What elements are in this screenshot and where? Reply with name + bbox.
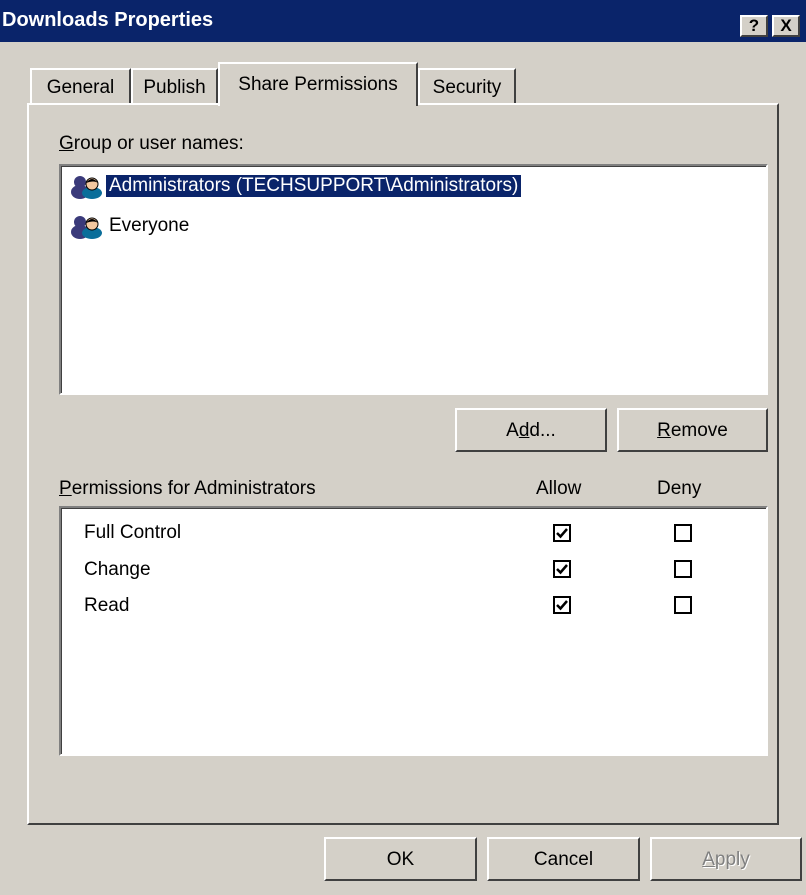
- read-allow-checkbox[interactable]: [553, 596, 571, 614]
- add-button[interactable]: Add...: [455, 408, 607, 452]
- full-control-deny-checkbox[interactable]: [674, 524, 692, 542]
- ok-button[interactable]: OK: [324, 837, 477, 881]
- user-group-icon: [71, 176, 102, 199]
- help-button[interactable]: ?: [740, 15, 768, 37]
- tab-label: Publish: [143, 77, 206, 98]
- list-item-administrators[interactable]: Administrators (TECHSUPPORT\Administrato…: [68, 171, 768, 203]
- tab-label: General: [46, 77, 115, 98]
- apply-button[interactable]: Apply: [650, 837, 802, 881]
- checkmark-icon: [556, 600, 568, 611]
- permission-row-read: Read: [84, 595, 130, 616]
- tab-label: Share Permissions: [238, 74, 398, 95]
- user-group-icon: [71, 216, 102, 239]
- list-item-everyone[interactable]: Everyone: [68, 211, 368, 243]
- title-bar[interactable]: Downloads Properties ? X: [0, 0, 806, 42]
- close-button[interactable]: X: [772, 15, 800, 37]
- checkmark-icon: [556, 564, 568, 575]
- checkmark-icon: [556, 528, 568, 539]
- close-icon: X: [780, 16, 792, 35]
- help-icon: ?: [748, 16, 760, 35]
- remove-button[interactable]: Remove: [617, 408, 768, 452]
- tab-security[interactable]: Security: [418, 68, 516, 106]
- permission-row-full-control: Full Control: [84, 522, 182, 543]
- read-deny-checkbox[interactable]: [674, 596, 692, 614]
- group-list[interactable]: Administrators (TECHSUPPORT\Administrato…: [59, 164, 768, 395]
- allow-column-header: Allow: [536, 478, 582, 499]
- window-title: Downloads Properties: [2, 9, 214, 31]
- permissions-label: Permissions for Administrators: [59, 478, 316, 499]
- tab-publish[interactable]: Publish: [131, 68, 218, 106]
- tab-general[interactable]: General: [30, 68, 131, 106]
- tab-share-permissions[interactable]: Share Permissions: [218, 62, 418, 106]
- group-list-label: Group or user names:: [59, 133, 244, 154]
- cancel-button[interactable]: Cancel: [487, 837, 640, 881]
- change-deny-checkbox[interactable]: [674, 560, 692, 578]
- full-control-allow-checkbox[interactable]: [553, 524, 571, 542]
- deny-column-header: Deny: [657, 478, 702, 499]
- permission-row-change: Change: [84, 559, 151, 580]
- change-allow-checkbox[interactable]: [553, 560, 571, 578]
- tab-label: Security: [432, 77, 502, 98]
